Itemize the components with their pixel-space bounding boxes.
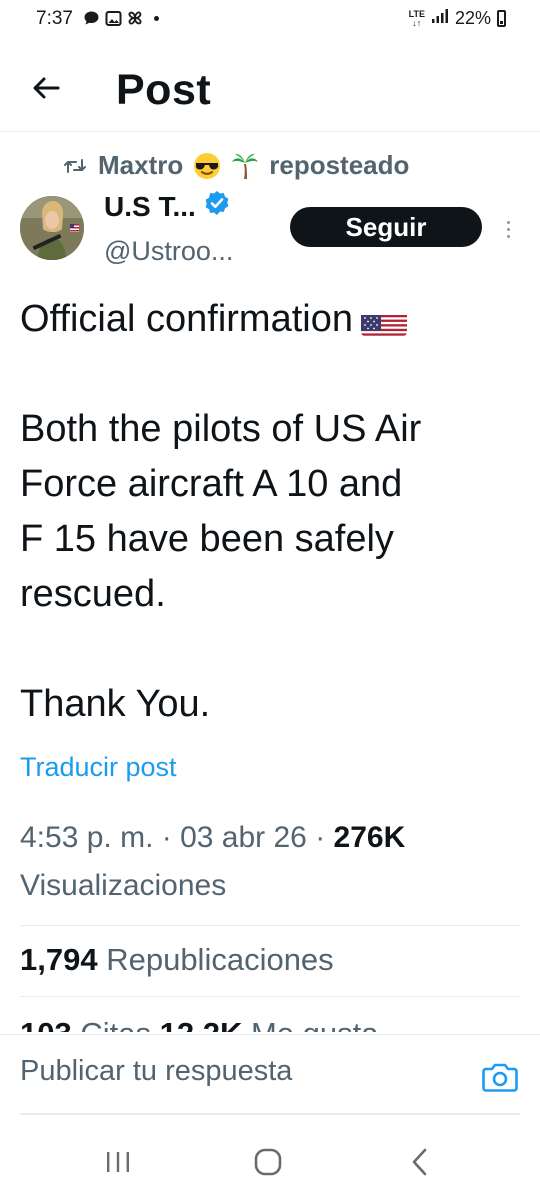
system-status: LTE ↓↑ 22%: [409, 8, 506, 29]
camera-icon[interactable]: [482, 1061, 518, 1093]
author-display-name: U.S T...: [104, 190, 196, 222]
pinwheel-icon: [126, 9, 144, 27]
home-circle-icon[interactable]: [246, 1144, 290, 1180]
reply-underline: [20, 1113, 520, 1115]
post-line: Force aircraft A 10 and: [20, 463, 403, 505]
repost-label: reposteado: [269, 150, 410, 180]
post-line-text: Official confirmation: [20, 298, 353, 340]
network-label: LTE: [408, 8, 425, 19]
palm-tree-emoji: [231, 152, 259, 180]
post-line: Official confirmation: [20, 292, 520, 347]
network-indicator: LTE ↓↑: [408, 8, 425, 28]
back-button[interactable]: [28, 72, 64, 108]
engagement-stats-inner: 103 Citas 12.2K Me gusta: [20, 1016, 379, 1032]
signal-icon: [431, 8, 449, 29]
post-line: [20, 622, 520, 677]
post-line: [20, 347, 520, 402]
quotes-label[interactable]: Citas: [80, 1016, 151, 1032]
battery-icon: [497, 10, 506, 27]
gallery-icon: [104, 9, 122, 27]
meta-separator: ·: [306, 821, 334, 854]
chat-bubble-icon: [82, 9, 100, 27]
translate-post-link[interactable]: Traducir post: [20, 752, 177, 783]
quotes-count[interactable]: 103: [20, 1016, 72, 1032]
repost-context[interactable]: Maxtro reposteado: [62, 150, 409, 181]
post-line: Thank You.: [20, 683, 211, 725]
post-line: F 15 have been safely: [20, 518, 394, 560]
likes-label[interactable]: Me gusta: [251, 1016, 379, 1032]
post-line: rescued.: [20, 573, 166, 615]
verified-badge-icon: [204, 190, 230, 223]
post-header: Post: [0, 52, 540, 132]
arrow-left-icon: [32, 76, 60, 105]
reply-input[interactable]: [20, 1051, 450, 1091]
notification-icons: [82, 9, 159, 27]
post-line: Both the pilots of US Air: [20, 408, 422, 450]
battery-percent: 22%: [454, 8, 491, 28]
status-bar: 7:37 LTE ↓↑ 22%: [0, 0, 540, 40]
author-name[interactable]: U.S T...: [104, 190, 230, 223]
page-title: Post: [116, 66, 212, 114]
recent-apps-icon[interactable]: [96, 1144, 140, 1180]
post-text: Official confirmation Both the pilots of…: [20, 292, 520, 732]
reposts-count: 1,794: [20, 942, 98, 977]
reposts-label: Republicaciones: [106, 942, 334, 977]
avatar[interactable]: [20, 196, 84, 260]
system-nav-bar: [0, 1130, 540, 1200]
post-metadata: 4:53 p. m. · 03 abr 26 · 276K Visualizac…: [20, 814, 520, 910]
likes-count[interactable]: 12.2K: [160, 1016, 243, 1032]
repost-icon: [62, 153, 88, 179]
engagement-stats: 103 Citas 12.2K Me gusta: [20, 1016, 520, 1032]
reposter-name[interactable]: Maxtro: [98, 150, 183, 181]
nav-back-icon[interactable]: [398, 1144, 442, 1180]
views-label: Visualizaciones: [20, 869, 227, 902]
more-vertical-icon[interactable]: [498, 214, 518, 244]
reply-composer: [0, 1034, 540, 1116]
post-time[interactable]: 4:53 p. m.: [20, 821, 153, 854]
sunglasses-emoji: [193, 152, 221, 180]
dot-icon: [154, 15, 159, 21]
follow-button[interactable]: Seguir: [290, 207, 482, 247]
meta-separator: ·: [153, 821, 181, 854]
views-count: 276K: [333, 821, 406, 854]
post-date[interactable]: 03 abr 26: [180, 821, 307, 854]
divider: [20, 996, 520, 997]
divider: [20, 925, 520, 926]
author-handle[interactable]: @Ustroo...: [104, 236, 233, 267]
us-flag-emoji: [360, 306, 407, 336]
status-time: 7:37: [36, 8, 73, 29]
reposts-stat[interactable]: 1,794 Republicaciones: [20, 942, 334, 978]
